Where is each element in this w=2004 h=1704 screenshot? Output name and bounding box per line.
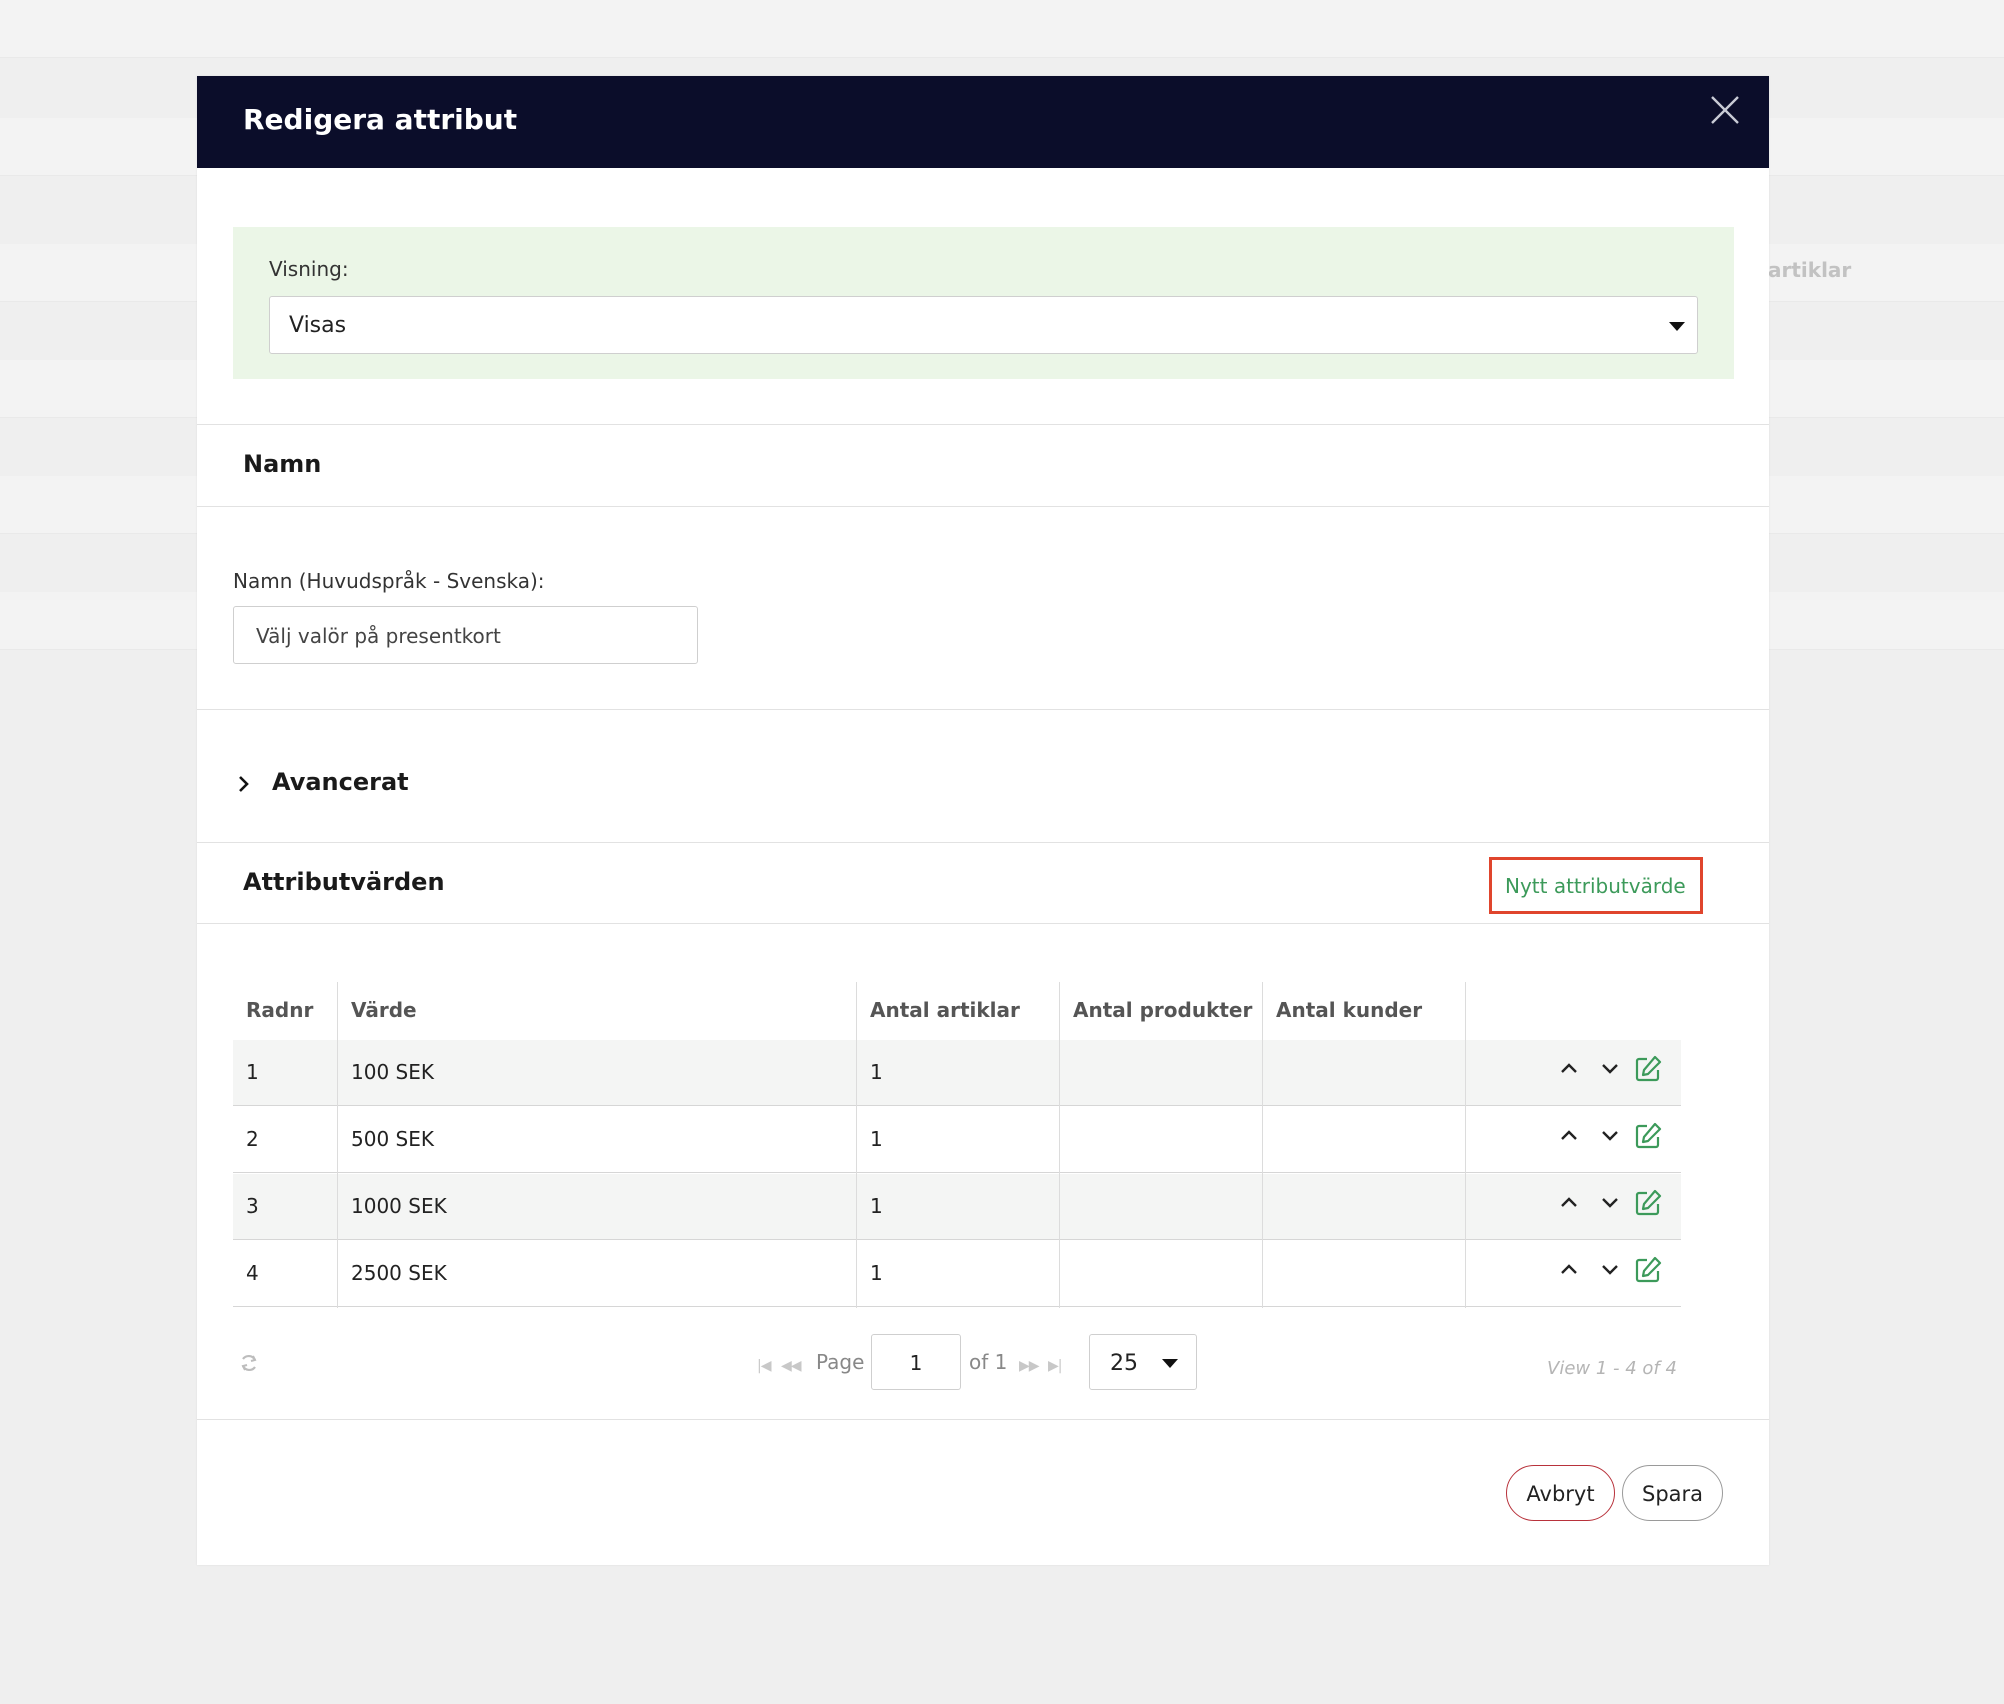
close-icon (1711, 96, 1739, 124)
edit-icon[interactable] (1633, 1054, 1663, 1084)
records-summary: View 1 - 4 of 4 (1547, 1358, 1677, 1379)
save-button-label: Spara (1641, 1482, 1704, 1506)
cell-varde: 500 SEK (351, 1127, 434, 1151)
column-header-varde[interactable]: Värde (351, 998, 417, 1022)
page-number-value: 1 (909, 1351, 923, 1375)
table-row: 1 100 SEK 1 (233, 1040, 1681, 1106)
move-down-icon[interactable] (1595, 1054, 1625, 1084)
dialog-title: Redigera attribut (243, 103, 518, 136)
move-up-icon[interactable] (1554, 1121, 1584, 1151)
visibility-label: Visning: (269, 257, 349, 281)
edit-icon[interactable] (1633, 1255, 1663, 1285)
dialog-header: Redigera attribut (197, 76, 1769, 168)
cell-varde: 2500 SEK (351, 1261, 447, 1285)
table-row: 3 1000 SEK 1 (233, 1174, 1681, 1240)
cancel-button[interactable]: Avbryt (1506, 1465, 1615, 1521)
table-row: 4 2500 SEK 1 (233, 1241, 1681, 1307)
visibility-select-value: Visas (289, 313, 347, 338)
table-row: 2 500 SEK 1 (233, 1107, 1681, 1173)
page-number-input[interactable]: 1 (871, 1334, 961, 1390)
divider (197, 506, 1769, 507)
previous-page-icon[interactable]: ◀◀ (781, 1358, 802, 1374)
new-attribute-value-button[interactable]: Nytt attributvärde (1489, 857, 1703, 914)
divider (197, 923, 1769, 924)
column-header-antal-produkter[interactable]: Antal produkter (1073, 998, 1252, 1022)
next-page-icon[interactable]: ▶▶ (1019, 1358, 1040, 1374)
cell-antal-artiklar: 1 (870, 1261, 883, 1285)
divider (197, 1419, 1769, 1420)
move-up-icon[interactable] (1554, 1255, 1584, 1285)
move-down-icon[interactable] (1595, 1255, 1625, 1285)
column-separator (337, 982, 338, 1308)
edit-attribute-dialog: Redigera attribut Visning: Visas Namn Na… (197, 76, 1769, 1565)
cell-varde: 100 SEK (351, 1060, 434, 1084)
move-up-icon[interactable] (1554, 1054, 1584, 1084)
page-size-select[interactable]: 25 (1089, 1334, 1197, 1390)
column-header-antal-artiklar[interactable]: Antal artiklar (870, 998, 1020, 1022)
name-field-label: Namn (Huvudspråk - Svenska): (233, 569, 545, 593)
cell-varde: 1000 SEK (351, 1194, 447, 1218)
page-label: Page (816, 1350, 865, 1374)
column-separator (1465, 982, 1466, 1308)
column-header-antal-kunder[interactable]: Antal kunder (1276, 998, 1422, 1022)
move-down-icon[interactable] (1595, 1188, 1625, 1218)
caret-down-icon (1162, 1359, 1178, 1368)
page-size-value: 25 (1110, 1351, 1138, 1376)
section-title-namn: Namn (243, 450, 322, 478)
edit-icon[interactable] (1633, 1121, 1663, 1151)
advanced-toggle[interactable]: Avancerat (272, 768, 409, 796)
name-input[interactable]: Välj valör på presentkort (233, 606, 698, 664)
edit-icon[interactable] (1633, 1188, 1663, 1218)
column-separator (856, 982, 857, 1308)
section-title-attribute-values: Attributvärden (243, 868, 445, 896)
name-input-value: Välj valör på presentkort (256, 624, 501, 648)
cell-radnr: 4 (246, 1261, 259, 1285)
cell-antal-artiklar: 1 (870, 1127, 883, 1151)
visibility-panel: Visning: Visas (233, 227, 1734, 379)
save-button[interactable]: Spara (1622, 1465, 1723, 1521)
cell-radnr: 1 (246, 1060, 259, 1084)
caret-down-icon (1669, 322, 1685, 331)
divider (197, 709, 1769, 710)
divider (197, 842, 1769, 843)
divider (197, 424, 1769, 425)
column-separator (1059, 982, 1060, 1308)
cell-radnr: 3 (246, 1194, 259, 1218)
column-header-radnr[interactable]: Radnr (246, 998, 313, 1022)
refresh-icon[interactable] (237, 1351, 261, 1375)
close-button[interactable] (1707, 92, 1743, 128)
last-page-icon[interactable]: ▶| (1048, 1358, 1063, 1374)
background-row (0, 0, 2004, 58)
move-down-icon[interactable] (1595, 1121, 1625, 1151)
move-up-icon[interactable] (1554, 1188, 1584, 1218)
visibility-select[interactable]: Visas (269, 296, 1698, 354)
cell-radnr: 2 (246, 1127, 259, 1151)
background-column-label: artiklar (1768, 258, 1852, 282)
cell-antal-artiklar: 1 (870, 1194, 883, 1218)
column-separator (1262, 982, 1263, 1308)
first-page-icon[interactable]: |◀ (757, 1358, 772, 1374)
page-count-label: of 1 (969, 1350, 1008, 1374)
cell-antal-artiklar: 1 (870, 1060, 883, 1084)
chevron-right-icon[interactable] (237, 774, 251, 794)
cancel-button-label: Avbryt (1526, 1482, 1595, 1506)
new-attribute-value-label: Nytt attributvärde (1505, 874, 1686, 898)
